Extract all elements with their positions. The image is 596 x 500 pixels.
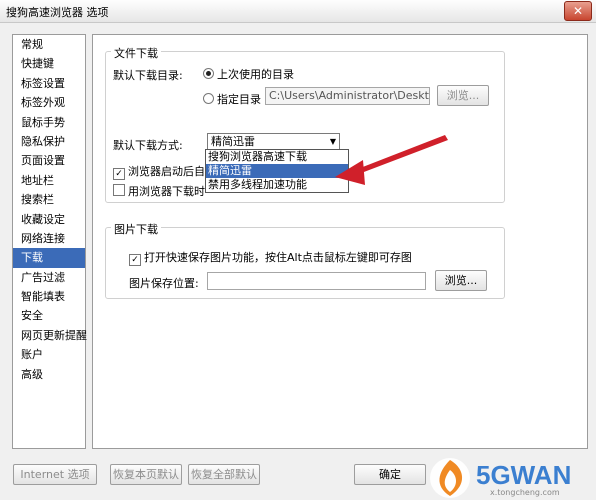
watermark-logo: 5GWAN x.tongcheng.com bbox=[420, 452, 596, 500]
sidebar-item[interactable]: 搜索栏 bbox=[13, 190, 85, 209]
annotation-arrow bbox=[335, 135, 448, 185]
options-sidebar: 常规 快捷键 标签设置 标签外观 鼠标手势 隐私保护 页面设置 地址栏 搜索栏 收藏设定 网络连接下… bbox=[12, 34, 87, 449]
sidebar-item[interactable]: 常规 bbox=[13, 35, 85, 54]
close-icon: ✕ bbox=[572, 4, 584, 18]
restore-page-defaults-button[interactable]: 恢复本页默认 bbox=[110, 464, 182, 485]
watermark-text: 5GWAN bbox=[476, 460, 572, 490]
internet-options-button[interactable]: Internet 选项 bbox=[13, 464, 97, 485]
sidebar-item[interactable]: 快捷键 bbox=[13, 54, 85, 73]
sidebar-item[interactable]: 隐私保护 bbox=[13, 132, 85, 151]
window-title: 搜狗高速浏览器 选项 bbox=[6, 6, 109, 19]
restore-all-defaults-button[interactable]: 恢复全部默认 bbox=[188, 464, 260, 485]
sidebar-item[interactable]: 账户 bbox=[13, 345, 85, 364]
sidebar-item[interactable]: 安全 bbox=[13, 306, 85, 325]
flame-logo-icon bbox=[430, 458, 470, 498]
ok-button[interactable]: 确定 bbox=[354, 464, 426, 485]
sidebar-item[interactable]: 页面设置 bbox=[13, 151, 85, 170]
sidebar-item[interactable]: 标签设置 bbox=[13, 74, 85, 93]
options-panel: 文件下载 默认下载目录: 上次使用的目录 指定目录 C:\Users\Admin… bbox=[92, 34, 588, 449]
sidebar-item[interactable]: 网页更新提醒 bbox=[13, 326, 87, 345]
sidebar-item[interactable]: 标签外观 bbox=[13, 93, 85, 112]
sidebar-item[interactable]: 下载 bbox=[13, 248, 85, 268]
title-bar: 搜狗高速浏览器 选项 ✕ bbox=[0, 0, 596, 23]
sidebar-item[interactable]: 广告过滤 bbox=[13, 268, 85, 287]
sidebar-item[interactable]: 收藏设定 bbox=[13, 210, 85, 229]
sidebar-item[interactable]: 高级 bbox=[13, 365, 85, 384]
sidebar-item[interactable]: 智能填表 bbox=[13, 287, 85, 306]
sidebar-item[interactable]: 网络连接 bbox=[13, 229, 85, 248]
sidebar-item[interactable]: 地址栏 bbox=[13, 171, 85, 190]
close-button[interactable]: ✕ bbox=[564, 1, 592, 21]
sidebar-item[interactable]: 鼠标手势 bbox=[13, 113, 85, 132]
watermark-subtext: x.tongcheng.com bbox=[490, 488, 560, 497]
